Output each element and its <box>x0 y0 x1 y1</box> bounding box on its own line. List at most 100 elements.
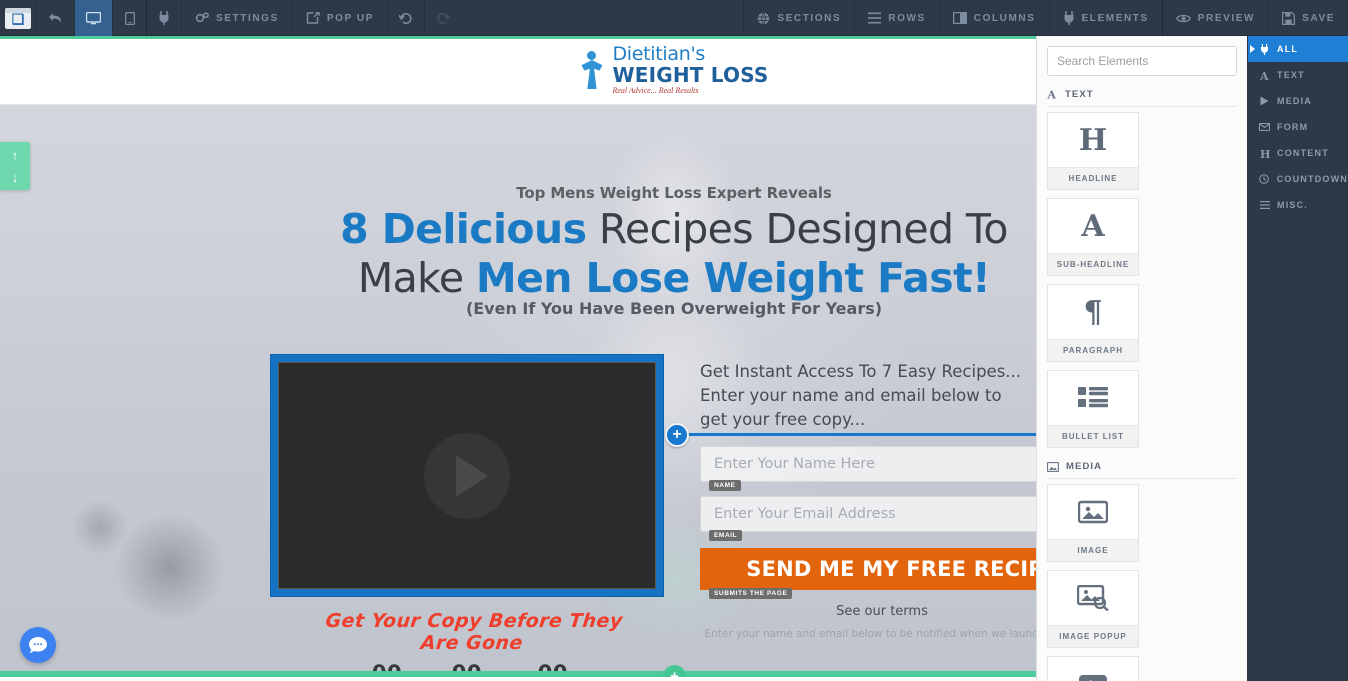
site-logo[interactable]: Dietitian's WEIGHT LOSS Real Advice... R… <box>579 45 768 95</box>
name-field-badge: NAME <box>709 479 741 491</box>
elements-button[interactable]: ELEMENTS <box>1048 0 1162 36</box>
category-label-media: MEDIA <box>1066 461 1103 472</box>
tile-grid-text: H HEADLINE A SUB-HEADLINE ¶ PARAGRAPH BU… <box>1047 112 1237 448</box>
chat-widget-button[interactable] <box>20 627 56 663</box>
logo-line-2: WEIGHT LOSS <box>612 63 769 87</box>
globe-icon <box>757 12 770 25</box>
sidebar-item-label: COUNTDOWN <box>1276 174 1348 184</box>
tile-label: HEADLINE <box>1048 167 1138 189</box>
email-field-badge: EMAIL <box>709 529 743 541</box>
redo-icon <box>436 12 451 25</box>
eye-icon <box>1175 13 1191 24</box>
hamburger-icon <box>1259 201 1270 209</box>
sidebar-item-all[interactable]: ALL <box>1248 36 1348 62</box>
video-element[interactable] <box>270 354 664 597</box>
headline-highlight-2: Men Lose Weight Fast! <box>475 254 991 303</box>
paragraph-pilcrow-icon: ¶ <box>1083 294 1103 330</box>
save-icon <box>1282 11 1296 25</box>
tile-label: IMAGE <box>1048 539 1138 561</box>
save-label: SAVE <box>1302 12 1335 24</box>
sidebar-item-label: ALL <box>1277 44 1299 54</box>
play-button-icon[interactable] <box>424 432 510 519</box>
rows-icon <box>868 12 882 24</box>
sidebar-item-countdown[interactable]: COUNTDOWN <box>1248 166 1348 192</box>
text-a-icon: A <box>1047 89 1058 100</box>
element-tile-sub-headline[interactable]: A SUB-HEADLINE <box>1047 198 1139 276</box>
columns-button[interactable]: COLUMNS <box>938 0 1049 36</box>
mobile-view-button[interactable] <box>112 0 146 36</box>
revert-icon <box>399 12 413 25</box>
app-logo-mark: ❑ <box>11 11 25 28</box>
top-toolbar: ❑ SETTINGS POP UP SECTIONS ROWS COLUMNS … <box>0 0 1348 36</box>
undo-arrow-icon <box>48 12 63 25</box>
preview-button[interactable]: PREVIEW <box>1161 0 1268 36</box>
elements-label: ELEMENTS <box>1081 12 1149 24</box>
popup-button[interactable]: POP UP <box>291 0 387 36</box>
media-image-icon <box>1047 461 1059 472</box>
sections-label: SECTIONS <box>777 12 842 24</box>
chat-bubble-icon <box>29 637 47 654</box>
settings-button[interactable]: SETTINGS <box>181 0 292 36</box>
sidebar-item-label: CONTENT <box>1277 148 1329 158</box>
elements-panel: A TEXT H HEADLINE A SUB-HEADLINE ¶ PARAG… <box>1036 36 1248 681</box>
element-tile-image-popup[interactable]: IMAGE POPUP <box>1047 570 1139 648</box>
sidebar-item-label: MEDIA <box>1277 96 1312 106</box>
video-placeholder <box>278 362 656 589</box>
desktop-view-button[interactable] <box>74 0 112 36</box>
revert-button[interactable] <box>387 0 424 36</box>
element-tile-bullet-list[interactable]: BULLET LIST <box>1047 370 1139 448</box>
app-logo-glyph: ❑ <box>5 7 31 29</box>
rows-label: ROWS <box>888 12 926 24</box>
sidebar-item-text[interactable]: A TEXT <box>1248 62 1348 88</box>
terms-link[interactable]: See our terms <box>700 604 1064 619</box>
element-tile-paragraph[interactable]: ¶ PARAGRAPH <box>1047 284 1139 362</box>
plug-icon <box>1259 43 1270 55</box>
plug-icon <box>1063 11 1075 25</box>
gear-icon <box>195 11 209 25</box>
elements-panel-scroll[interactable]: A TEXT H HEADLINE A SUB-HEADLINE ¶ PARAG… <box>1037 36 1247 681</box>
running-figure-icon <box>579 50 605 90</box>
play-triangle-icon <box>1259 96 1270 106</box>
settings-label: SETTINGS <box>216 12 279 24</box>
search-input[interactable] <box>1047 46 1237 76</box>
add-element-button[interactable]: + <box>665 423 689 447</box>
element-tile-headline[interactable]: H HEADLINE <box>1047 112 1139 190</box>
category-header-media: MEDIA <box>1047 461 1237 479</box>
tile-label: IMAGE POPUP <box>1048 625 1138 647</box>
move-down-button[interactable]: ↓ <box>4 168 26 186</box>
sections-button[interactable]: SECTIONS <box>743 0 854 36</box>
popup-icon <box>306 11 320 25</box>
preview-label: PREVIEW <box>1197 12 1256 24</box>
sidebar-item-misc[interactable]: MISC. <box>1248 192 1348 218</box>
element-category-rail: ALL A TEXT MEDIA FORM H CONTENT COUNTDOW… <box>1248 36 1348 681</box>
tile-grid-media: IMAGE IMAGE POPUP VIDEO VIDEO POPUP <box>1047 484 1237 681</box>
video-icon <box>1048 657 1138 681</box>
tile-label: BULLET LIST <box>1048 425 1138 447</box>
columns-icon <box>952 12 967 24</box>
move-section-handles: ↑ ↓ <box>0 142 30 190</box>
content-h-icon: H <box>1259 148 1270 159</box>
app-logo[interactable]: ❑ <box>0 0 36 36</box>
category-header-text: A TEXT <box>1047 89 1237 107</box>
logo-tagline: Real Advice... Real Results <box>612 86 699 95</box>
element-tile-video[interactable]: VIDEO <box>1047 656 1139 681</box>
element-tile-image[interactable]: IMAGE <box>1047 484 1139 562</box>
elements-plug-button[interactable] <box>146 0 181 36</box>
popup-label: POP UP <box>326 12 375 24</box>
text-a-icon: A <box>1259 70 1270 81</box>
headline-highlight-1: 8 Delicious <box>340 205 587 253</box>
optin-copy-text: Get Instant Access To 7 Easy Recipes... … <box>700 362 1022 429</box>
sidebar-item-form[interactable]: FORM <box>1248 114 1348 140</box>
move-up-button[interactable]: ↑ <box>4 146 26 164</box>
save-button[interactable]: SAVE <box>1268 0 1348 36</box>
clock-icon <box>1259 174 1270 184</box>
tile-label: SUB-HEADLINE <box>1048 253 1138 275</box>
add-section-button[interactable]: + <box>663 665 686 677</box>
category-label-text: TEXT <box>1065 89 1094 100</box>
undo-arrow-button[interactable] <box>36 0 74 36</box>
redo-button[interactable] <box>424 0 461 36</box>
sidebar-item-content[interactable]: H CONTENT <box>1248 140 1348 166</box>
countdown-element[interactable]: Get Your Copy Before They Are Gone 00 HO… <box>318 610 628 677</box>
rows-button[interactable]: ROWS <box>854 0 939 36</box>
sidebar-item-media[interactable]: MEDIA <box>1248 88 1348 114</box>
